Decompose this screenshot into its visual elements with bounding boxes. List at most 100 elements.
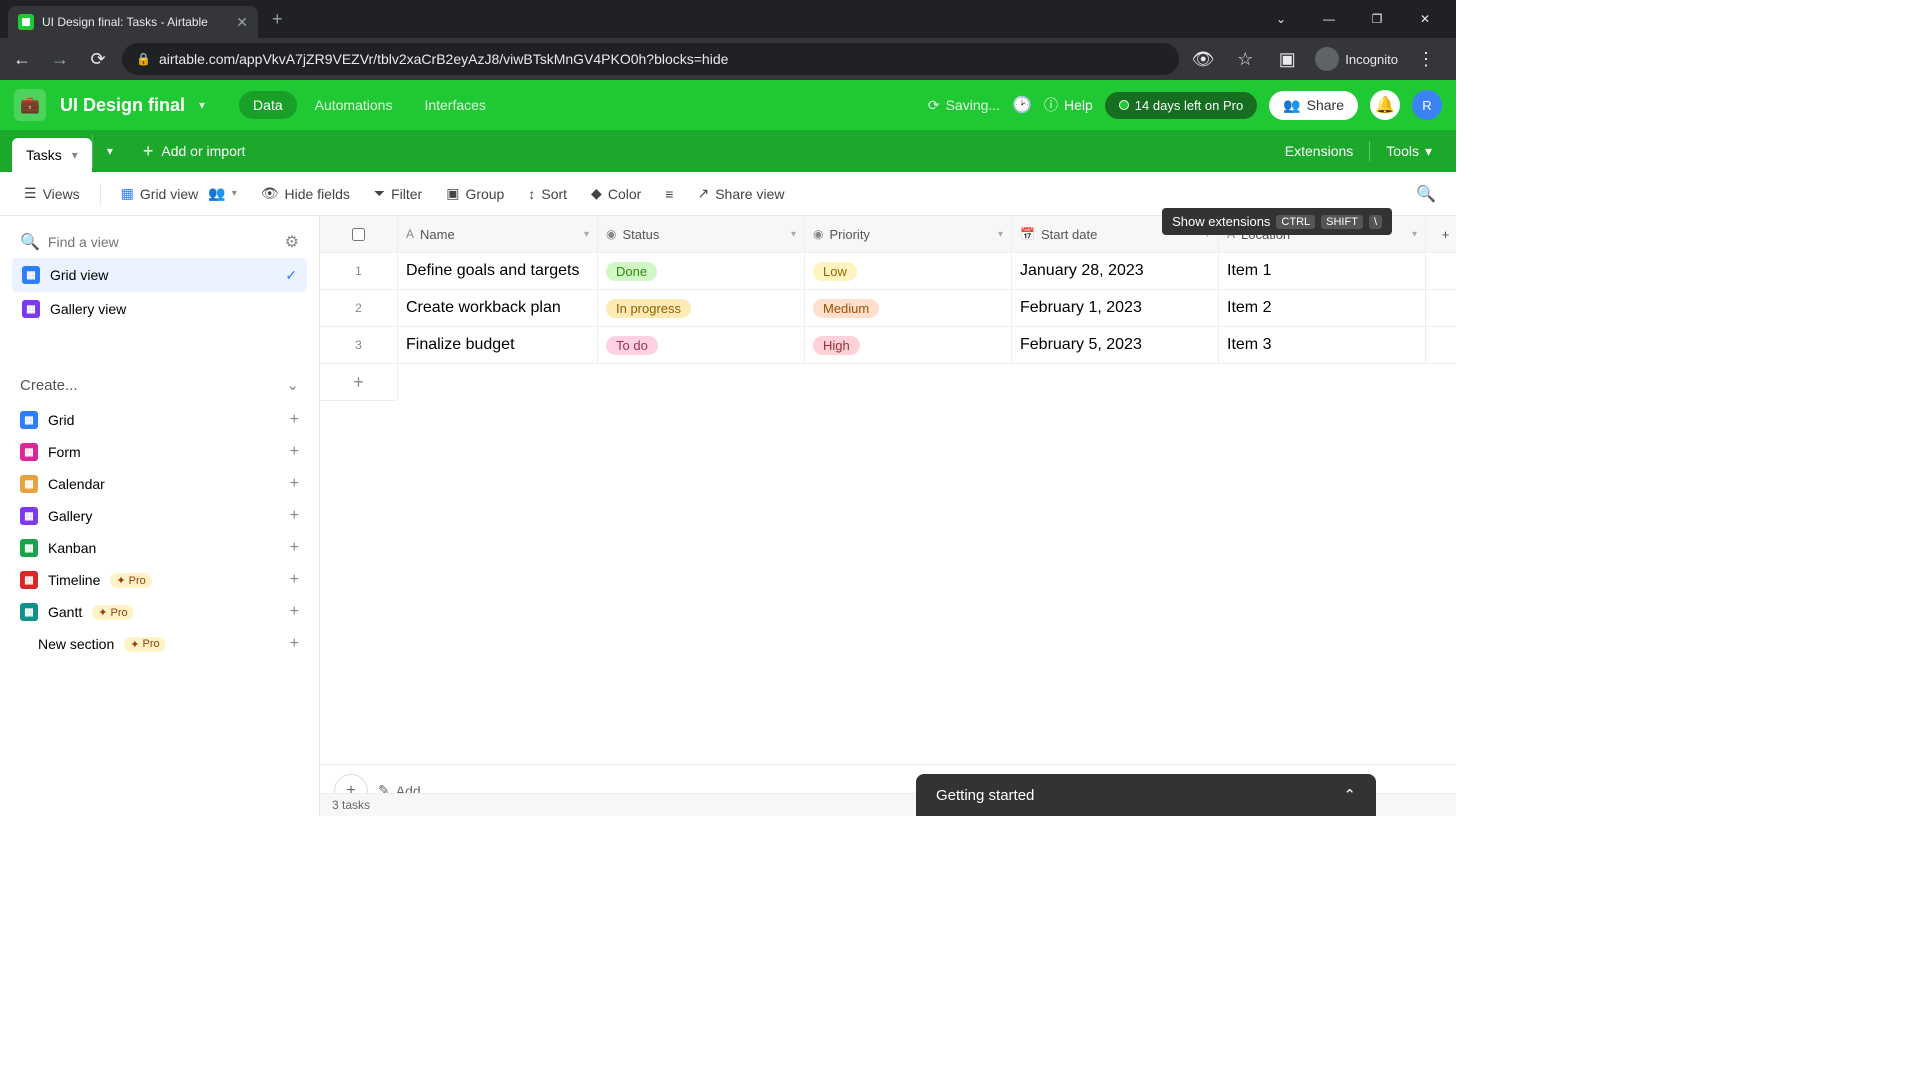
cell-location[interactable]: Item 3	[1219, 327, 1426, 363]
lock-icon: 🔒	[136, 52, 151, 66]
chevron-down-icon[interactable]: ▾	[199, 98, 205, 112]
base-name[interactable]: UI Design final	[60, 95, 185, 116]
minimize-icon[interactable]: —	[1314, 12, 1344, 26]
extensions-button[interactable]: Extensions	[1271, 137, 1367, 165]
column-header[interactable]: ◉Priority▾	[805, 216, 1012, 252]
create-view-item[interactable]: ▦Calendar+	[12, 468, 307, 500]
create-view-item[interactable]: ▦Gallery+	[12, 500, 307, 532]
base-icon[interactable]: 💼	[14, 89, 46, 121]
cell-name[interactable]: Finalize budget	[398, 327, 598, 363]
add-field-button[interactable]: +	[1426, 216, 1456, 252]
cell-date[interactable]: February 5, 2023	[1012, 327, 1219, 363]
trial-pill[interactable]: 14 days left on Pro	[1105, 92, 1257, 119]
hide-fields-button[interactable]: 👁 Hide fields	[251, 179, 360, 208]
close-window-icon[interactable]: ✕	[1410, 12, 1440, 26]
share-view-button[interactable]: ↗ Share view	[687, 179, 794, 208]
url-input[interactable]: 🔒 airtable.com/appVkvA7jZR9VEZVr/tblv2xa…	[122, 43, 1179, 75]
add-row-button[interactable]: +	[320, 364, 398, 401]
reload-button[interactable]: ⟳	[84, 45, 112, 73]
tab-interfaces[interactable]: Interfaces	[410, 91, 499, 119]
cell-status[interactable]: In progress	[598, 290, 805, 326]
plus-icon[interactable]: +	[290, 475, 299, 493]
close-tab-icon[interactable]: ✕	[236, 14, 248, 31]
incognito-badge[interactable]: Incognito	[1315, 47, 1398, 71]
cell-location[interactable]: Item 1	[1219, 253, 1426, 289]
chevron-down-icon[interactable]: ▾	[791, 229, 796, 240]
plus-icon[interactable]: +	[290, 411, 299, 429]
maximize-icon[interactable]: ❐	[1362, 12, 1392, 26]
getting-started-panel[interactable]: Getting started ⌃	[916, 774, 1376, 816]
add-import-button[interactable]: + Add or import	[127, 141, 262, 162]
new-section-button[interactable]: New section ✦ Pro +	[12, 628, 307, 660]
plus-icon[interactable]: +	[290, 603, 299, 621]
forward-button[interactable]: →	[46, 45, 74, 73]
view-item[interactable]: ▦Gallery view	[12, 292, 307, 326]
tab-data[interactable]: Data	[239, 91, 297, 119]
sort-button[interactable]: ↕ Sort	[518, 180, 577, 208]
views-toggle-button[interactable]: ☰ Views	[14, 179, 90, 208]
create-view-item[interactable]: ▦Grid+	[12, 404, 307, 436]
tabs-dropdown-icon[interactable]: ⌄	[1266, 12, 1296, 26]
cell-date[interactable]: February 1, 2023	[1012, 290, 1219, 326]
group-button[interactable]: ▣ Group	[436, 179, 514, 208]
cell-location[interactable]: Item 2	[1219, 290, 1426, 326]
help-button[interactable]: ⓘ Help	[1044, 95, 1093, 115]
gear-icon[interactable]: ⚙	[285, 232, 299, 252]
row-number-cell[interactable]: 2	[320, 290, 398, 326]
search-button[interactable]: 🔍	[1410, 178, 1442, 210]
view-name-button[interactable]: ▦ Grid view 👥 ▾	[111, 179, 247, 208]
cell-status[interactable]: To do	[598, 327, 805, 363]
back-button[interactable]: ←	[8, 45, 36, 73]
tab-automations[interactable]: Automations	[301, 91, 407, 119]
eye-off-icon[interactable]: 👁	[1189, 45, 1217, 73]
create-view-item[interactable]: ▦Timeline✦ Pro+	[12, 564, 307, 596]
browser-menu-icon[interactable]: ⋮	[1412, 45, 1440, 73]
row-number-cell[interactable]: 3	[320, 327, 398, 363]
cell-name[interactable]: Define goals and targets	[398, 253, 598, 289]
table-tab-tasks[interactable]: Tasks ▾	[12, 138, 92, 172]
bookmark-icon[interactable]: ☆	[1231, 45, 1259, 73]
avatar[interactable]: R	[1412, 90, 1442, 120]
cell-priority[interactable]: High	[805, 327, 1012, 363]
row-number-cell[interactable]: 1	[320, 253, 398, 289]
row-height-button[interactable]: ≡	[655, 180, 683, 208]
search-icon: 🔍	[1416, 186, 1436, 203]
table-row[interactable]: 1 Define goals and targets Done Low Janu…	[320, 253, 1456, 290]
column-header[interactable]: ◉Status▾	[598, 216, 805, 252]
cell-date[interactable]: January 28, 2023	[1012, 253, 1219, 289]
column-header[interactable]: AName▾	[398, 216, 598, 252]
select-all-cell[interactable]	[320, 216, 398, 252]
find-view-input[interactable]	[48, 234, 277, 250]
table-list-dropdown[interactable]: ▾	[92, 134, 127, 168]
plus-icon[interactable]: +	[290, 507, 299, 525]
notifications-button[interactable]: 🔔	[1370, 90, 1400, 120]
create-view-item[interactable]: ▦Kanban+	[12, 532, 307, 564]
select-all-checkbox[interactable]	[352, 228, 365, 241]
plus-icon[interactable]: +	[290, 635, 299, 653]
chevron-down-icon[interactable]: ▾	[72, 148, 78, 162]
tools-button[interactable]: Tools ▾	[1372, 137, 1446, 166]
cell-priority[interactable]: Low	[805, 253, 1012, 289]
plus-icon[interactable]: +	[290, 571, 299, 589]
cell-priority[interactable]: Medium	[805, 290, 1012, 326]
chevron-down-icon[interactable]: ▾	[998, 229, 1003, 240]
plus-icon[interactable]: +	[290, 539, 299, 557]
filter-button[interactable]: ⏷ Filter	[364, 179, 432, 208]
side-panel-icon[interactable]: ▣	[1273, 45, 1301, 73]
cell-name[interactable]: Create workback plan	[398, 290, 598, 326]
create-view-item[interactable]: ▦Form+	[12, 436, 307, 468]
table-row[interactable]: 2 Create workback plan In progress Mediu…	[320, 290, 1456, 327]
new-tab-button[interactable]: +	[258, 9, 297, 30]
history-icon[interactable]: 🕑	[1012, 95, 1032, 115]
chevron-down-icon[interactable]: ▾	[1412, 229, 1417, 240]
view-item[interactable]: ▦Grid view✓	[12, 258, 307, 292]
plus-icon[interactable]: +	[290, 443, 299, 461]
browser-tab[interactable]: UI Design final: Tasks - Airtable ✕	[8, 6, 258, 38]
create-view-item[interactable]: ▦Gantt✦ Pro+	[12, 596, 307, 628]
cell-status[interactable]: Done	[598, 253, 805, 289]
chevron-down-icon[interactable]: ▾	[584, 229, 589, 240]
create-header[interactable]: Create... ⌄	[12, 366, 307, 404]
table-row[interactable]: 3 Finalize budget To do High February 5,…	[320, 327, 1456, 364]
color-button[interactable]: ◆ Color	[581, 179, 651, 208]
share-button[interactable]: 👥 Share	[1269, 91, 1358, 120]
